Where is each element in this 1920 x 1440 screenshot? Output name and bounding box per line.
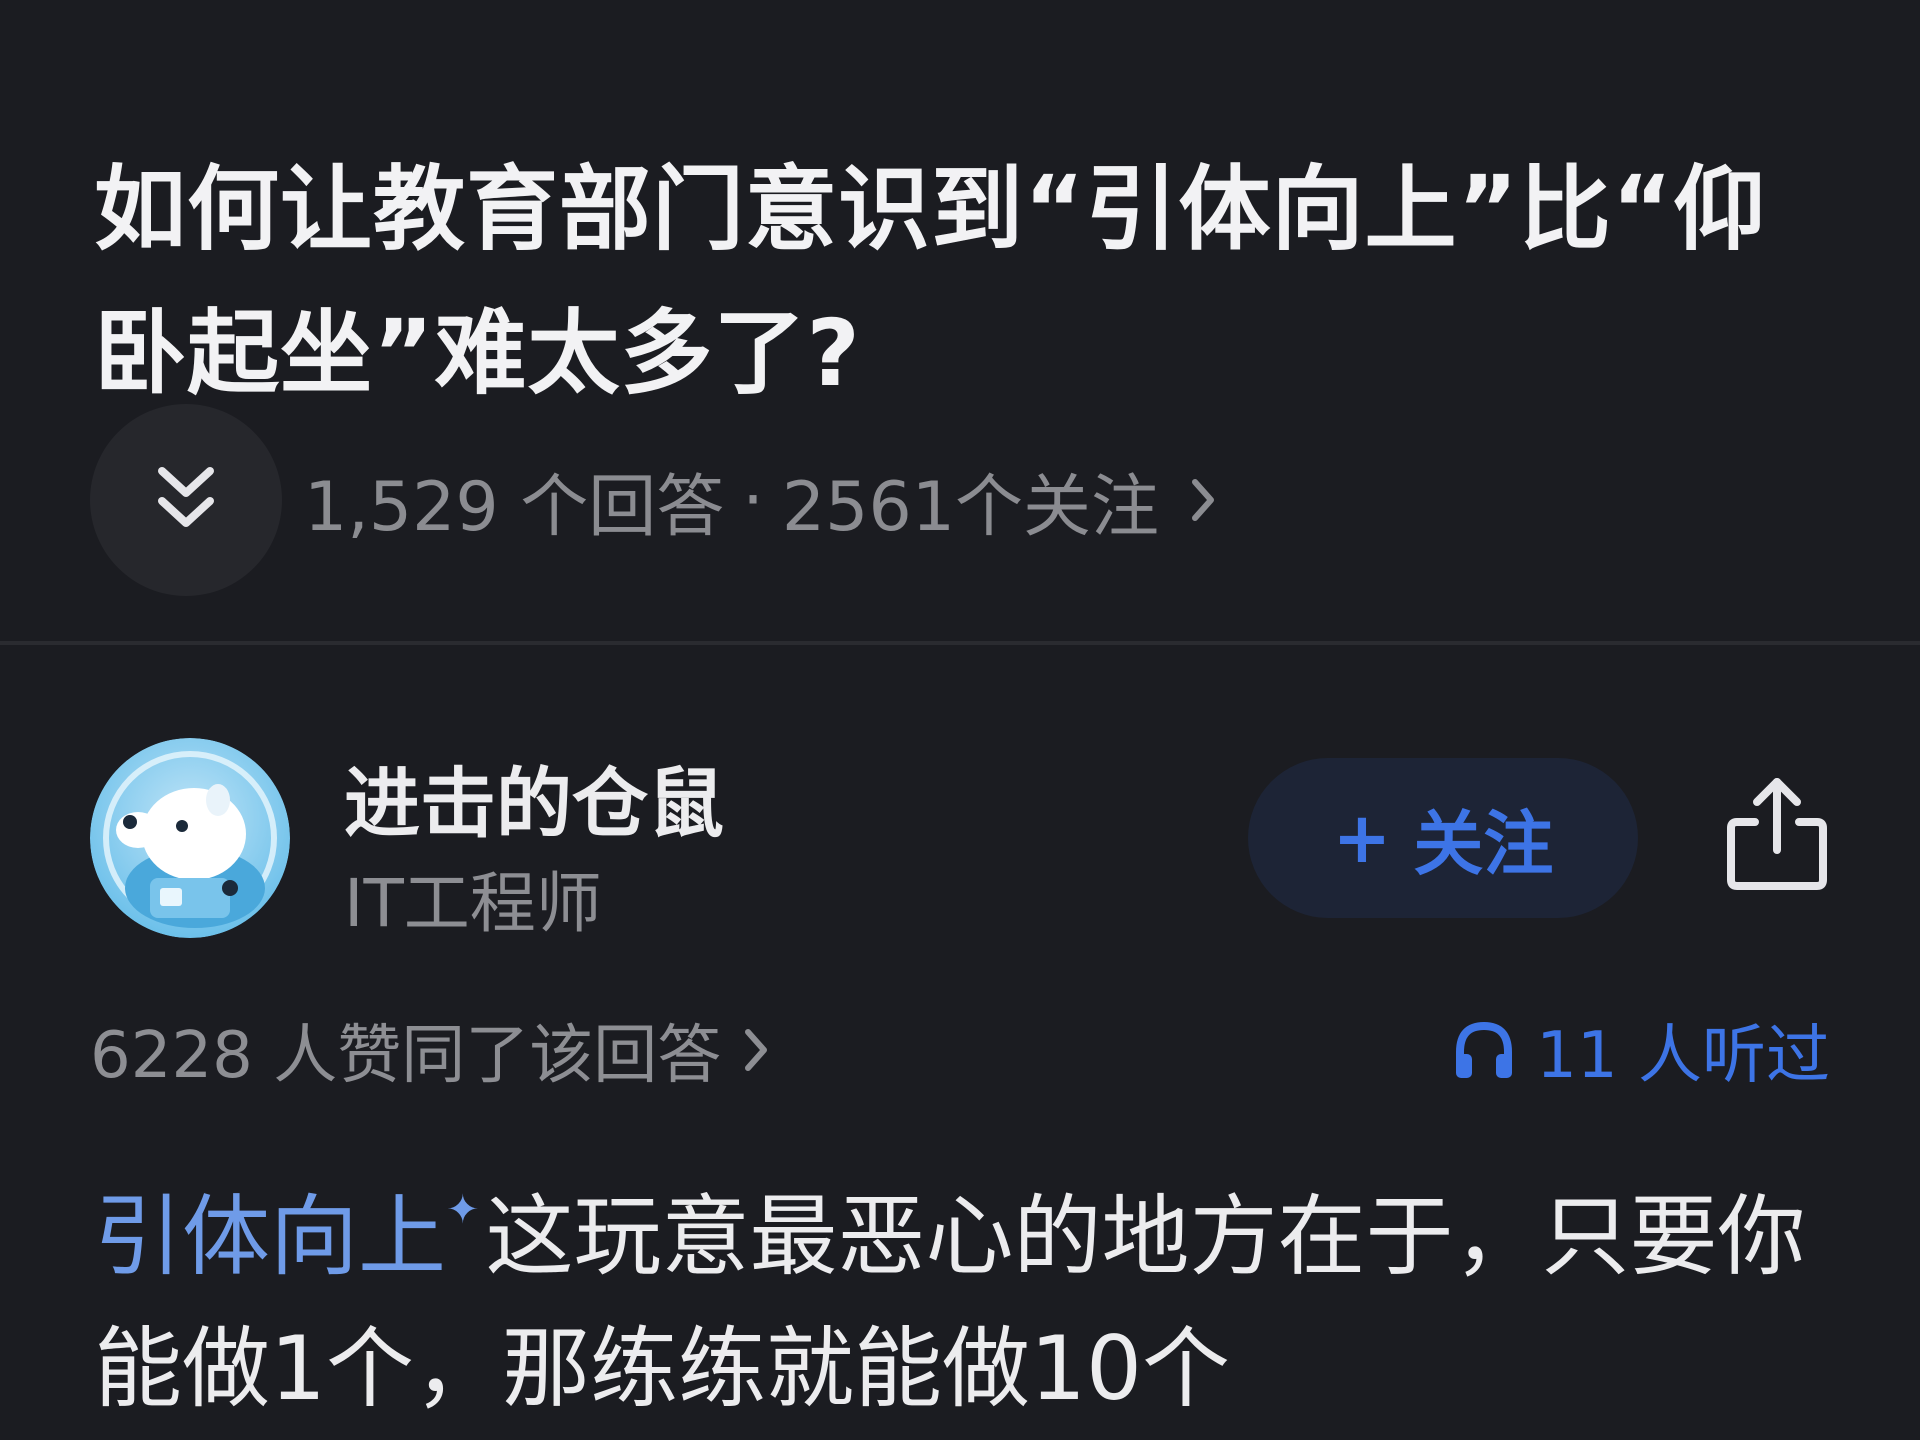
answer-excerpt[interactable]: 引体向上✦这玩意最恶心的地方在于，只要你能做1个，那练练就能做10个 — [94, 1144, 1834, 1435]
share-button[interactable] — [1712, 766, 1842, 906]
question-meta-row: 1,529 个回答 · 2561个关注 — [90, 404, 1217, 596]
follow-button[interactable]: + 关注 — [1248, 758, 1638, 918]
divider — [0, 641, 1920, 645]
question-stats-link[interactable]: 1,529 个回答 · 2561个关注 — [304, 451, 1217, 550]
answer-page: 如何让教育部门意识到“引体向上”比“仰卧起坐”难太多了? 1,529 个回答 ·… — [0, 0, 1920, 1440]
collapse-button[interactable] — [90, 404, 282, 596]
headphones-icon — [1452, 1020, 1516, 1080]
followers-count: 2561个关注 — [781, 467, 1159, 547]
follow-label: 关注 — [1413, 802, 1554, 885]
chevron-right-icon — [743, 1027, 769, 1073]
question-title[interactable]: 如何让教育部门意识到“引体向上”比“仰卧起坐”难太多了? — [94, 138, 1834, 426]
answers-count: 1,529 个回答 — [304, 467, 725, 547]
avatar[interactable] — [90, 738, 290, 938]
likes-count: 6228 人赞同了该回答 — [90, 1019, 722, 1093]
chevron-right-icon — [1189, 476, 1217, 524]
sparkle-icon: ✦ — [446, 1187, 480, 1233]
share-icon — [1725, 774, 1829, 898]
author-title: IT工程师 — [344, 865, 602, 942]
likes-link[interactable]: 6228 人赞同了该回答 — [90, 1004, 769, 1096]
double-chevron-down-icon — [154, 463, 218, 537]
keyword-link[interactable]: 引体向上 — [94, 1185, 446, 1288]
author-row: 进击的仓鼠 IT工程师 + 关注 — [90, 736, 1830, 942]
plus-icon: + — [1332, 797, 1392, 879]
separator: · — [742, 460, 764, 540]
author-name[interactable]: 进击的仓鼠 — [344, 742, 724, 852]
listen-link[interactable]: 11 人听过 — [1452, 1004, 1830, 1096]
answer-stats-row: 6228 人赞同了该回答 11 人听过 — [90, 1004, 1830, 1094]
listened-count: 11 人听过 — [1536, 1019, 1830, 1093]
